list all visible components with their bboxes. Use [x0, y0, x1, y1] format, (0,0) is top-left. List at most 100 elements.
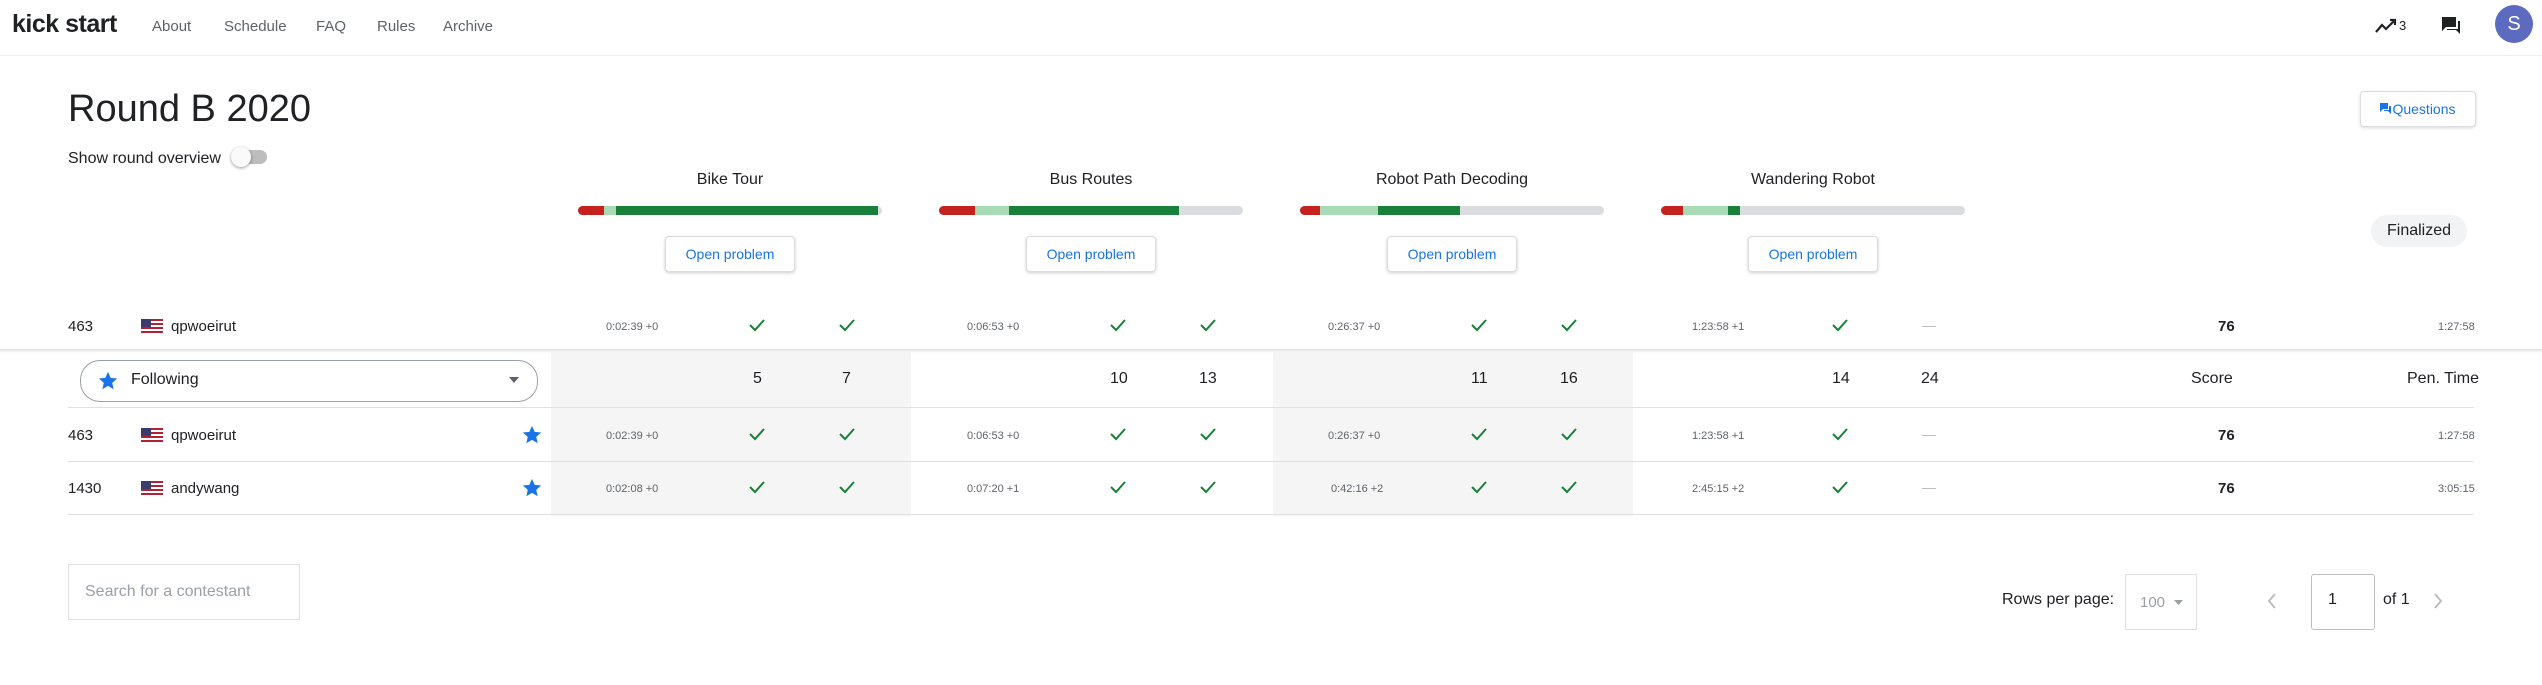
row-divider	[68, 514, 2474, 515]
filter-select-value: Following	[131, 371, 199, 388]
rows-per-page-select[interactable]: 100	[2125, 574, 2197, 630]
dropdown-arrow-icon	[2174, 600, 2183, 605]
unsolved-dash	[1922, 488, 1936, 489]
avatar[interactable]: S	[2495, 5, 2533, 43]
open-problem-button[interactable]: Open problem	[1748, 236, 1878, 272]
dropdown-arrow-icon	[509, 377, 519, 383]
my-time: 0:02:39 +0	[606, 321, 659, 333]
round-overview-toggle[interactable]	[231, 147, 267, 167]
check-icon	[749, 428, 765, 441]
check-icon	[1561, 428, 1577, 441]
problem-progress-bar	[578, 206, 882, 215]
row-time: 0:02:08 +0	[606, 483, 659, 495]
open-problem-button[interactable]: Open problem	[665, 236, 795, 272]
top-app-bar: kick start About Schedule FAQ Rules Arch…	[0, 0, 2542, 56]
check-icon	[1471, 428, 1487, 441]
row-divider	[68, 461, 2474, 462]
check-icon	[1110, 428, 1126, 441]
star-icon	[98, 371, 118, 390]
nav-schedule[interactable]: Schedule	[224, 18, 287, 35]
trending-icon[interactable]	[2374, 16, 2398, 36]
header-points-wandering-robot-small: 14	[1832, 370, 1850, 387]
row-time: 0:26:37 +0	[1328, 430, 1381, 442]
nav-faq[interactable]: FAQ	[316, 18, 346, 35]
page-count-label: of 1	[2383, 591, 2410, 608]
problem-wandering-robot: Wandering Robot Open problem	[1661, 170, 1965, 272]
round-status-chip: Finalized	[2371, 215, 2467, 247]
problem-progress-bar	[1661, 206, 1965, 215]
row-time: 0:06:53 +0	[967, 430, 1020, 442]
problem-bike-tour: Bike Tour Open problem	[578, 170, 882, 272]
row-penalty-time: 3:05:15	[2438, 483, 2475, 495]
kickstart-logo[interactable]: kick start	[12, 10, 117, 39]
chevron-right-icon[interactable]	[2432, 592, 2444, 610]
row-rank: 463	[68, 427, 94, 444]
nav-rules[interactable]: Rules	[377, 18, 415, 35]
header-points-robot-path-large: 16	[1560, 370, 1578, 387]
check-icon	[839, 481, 855, 494]
row-rank: 1430	[68, 480, 102, 497]
follow-star-icon[interactable]	[521, 424, 543, 446]
check-icon	[1200, 428, 1216, 441]
header-divider	[68, 407, 2474, 408]
my-time: 0:06:53 +0	[967, 321, 1020, 333]
check-icon	[1471, 319, 1487, 332]
check-icon	[839, 319, 855, 332]
problem-name: Robot Path Decoding	[1375, 171, 1529, 188]
check-icon	[1200, 319, 1216, 332]
contestant-search-input[interactable]: Search for a contestant	[68, 564, 300, 620]
header-points-bike-tour-large: 7	[842, 370, 851, 387]
row-time: 2:45:15 +2	[1692, 483, 1745, 495]
header-points-bike-tour-small: 5	[753, 370, 762, 387]
row-time: 0:07:20 +1	[967, 483, 1020, 495]
nav-about[interactable]: About	[152, 18, 191, 35]
round-overview-label: Show round overview	[68, 150, 221, 167]
page-title: Round B 2020	[68, 88, 311, 130]
my-rank: 463	[68, 318, 94, 335]
problem-name: Bike Tour	[696, 171, 764, 188]
my-time: 1:23:58 +1	[1692, 321, 1745, 333]
open-problem-button[interactable]: Open problem	[1387, 236, 1517, 272]
us-flag-icon	[141, 319, 163, 333]
check-icon	[1832, 428, 1848, 441]
problem-name: Bus Routes	[1049, 171, 1133, 188]
check-icon	[1561, 319, 1577, 332]
chevron-left-icon[interactable]	[2266, 592, 2278, 610]
open-problem-button[interactable]: Open problem	[1026, 236, 1156, 272]
my-time: 0:26:37 +0	[1328, 321, 1381, 333]
unsolved-dash	[1922, 326, 1936, 327]
row-time: 0:02:39 +0	[606, 430, 659, 442]
check-icon	[1471, 481, 1487, 494]
column-shade-bike-tour	[551, 352, 911, 516]
nav-archive[interactable]: Archive	[443, 18, 493, 35]
questions-button[interactable]: Questions	[2360, 91, 2476, 127]
check-icon	[839, 428, 855, 441]
row-score: 76	[2218, 427, 2235, 444]
problem-robot-path-decoding: Robot Path Decoding Open problem	[1300, 170, 1604, 272]
my-username[interactable]: qpwoeirut	[171, 318, 236, 335]
row-username[interactable]: qpwoeirut	[171, 427, 236, 444]
filter-select[interactable]: Following	[80, 360, 538, 402]
check-icon	[1200, 481, 1216, 494]
us-flag-icon	[141, 428, 163, 442]
penalty-time-column-header[interactable]: Pen. Time	[2407, 370, 2479, 388]
unsolved-dash	[1922, 435, 1936, 436]
forum-icon[interactable]	[2440, 15, 2462, 37]
problem-progress-bar	[1300, 206, 1604, 215]
row-username[interactable]: andywang	[171, 480, 239, 497]
header-points-robot-path-small: 11	[1471, 370, 1488, 387]
row-score: 76	[2218, 480, 2235, 497]
chat-icon	[2380, 103, 2392, 114]
us-flag-icon	[141, 481, 163, 495]
sticky-row-shadow	[0, 349, 2542, 353]
page-number-input[interactable]: 1	[2311, 574, 2375, 630]
problem-name: Wandering Robot	[1751, 171, 1875, 188]
rows-per-page-value: 100	[2140, 594, 2166, 611]
follow-star-icon[interactable]	[521, 477, 543, 499]
my-score: 76	[2218, 318, 2235, 335]
header-points-bus-routes-large: 13	[1199, 370, 1217, 387]
check-icon	[749, 319, 765, 332]
questions-label: Questions	[2392, 101, 2456, 117]
row-time: 0:42:16 +2	[1331, 483, 1384, 495]
score-column-header[interactable]: Score	[2191, 370, 2233, 388]
